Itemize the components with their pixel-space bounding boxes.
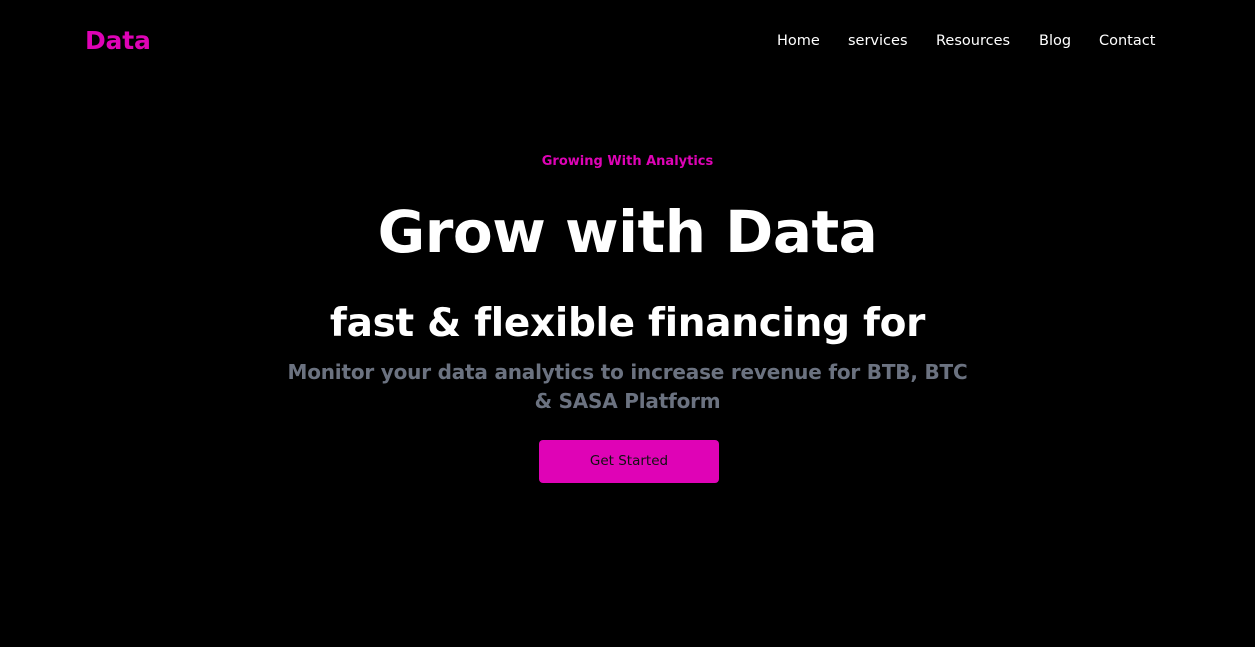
nav-blog-link[interactable]: Blog [1039, 29, 1071, 53]
nav-services-link[interactable]: services [848, 29, 908, 53]
main-nav: Home services Resources Blog Contact [760, 29, 1180, 53]
hero-description: Monitor your data analytics to increase … [287, 360, 968, 413]
nav-resources-link[interactable]: Resources [936, 29, 1010, 53]
hero-subheadline: fast & flexible financing for [329, 301, 926, 346]
nav-home-link[interactable]: Home [777, 29, 820, 53]
hero-eyebrow: Growing With Analytics [541, 154, 714, 169]
brand-logo[interactable]: Data [85, 25, 151, 57]
get-started-button[interactable]: Get Started [539, 440, 719, 483]
nav-contact-link[interactable]: Contact [1099, 29, 1155, 53]
hero-headline: Grow with Data [377, 198, 878, 266]
landing-page: Data Home services Resources Blog Contac… [0, 0, 1255, 647]
